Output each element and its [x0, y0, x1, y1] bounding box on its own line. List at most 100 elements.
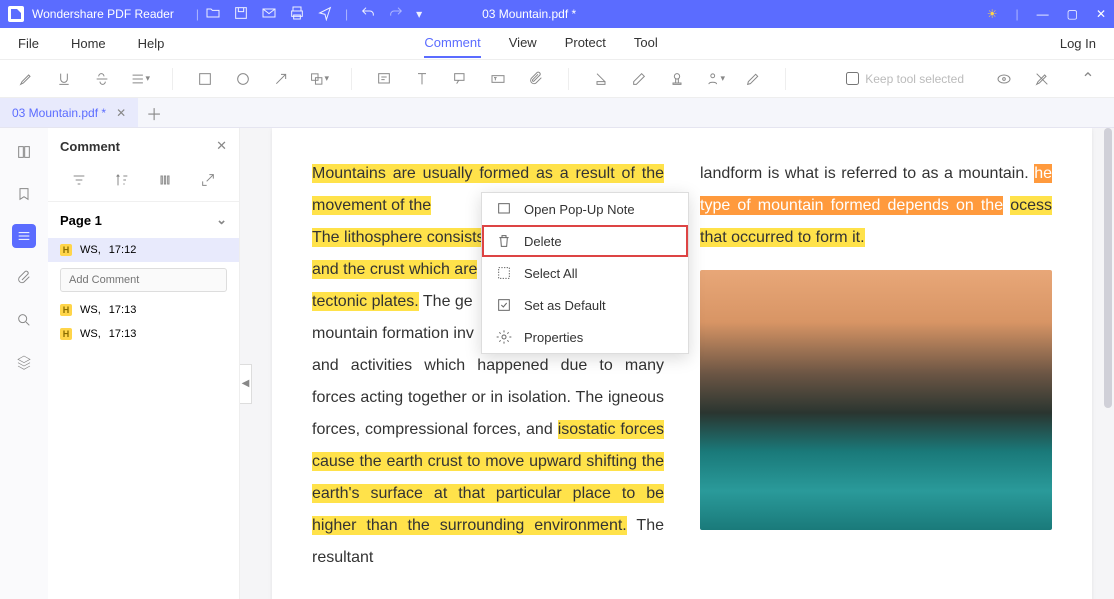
share-icon[interactable] [317, 5, 333, 24]
rectangle-tool-icon[interactable] [195, 69, 215, 89]
comment-toolbar: ▾ ▾ ▾ Keep tool selected ⌃ [0, 60, 1114, 98]
menu-file[interactable]: File [18, 30, 39, 57]
login-link[interactable]: Log In [1060, 36, 1096, 51]
menu-home[interactable]: Home [71, 30, 106, 57]
menu-protect[interactable]: Protect [565, 29, 606, 58]
menu-set-default[interactable]: Set as Default [482, 289, 688, 321]
menu-label: Select All [524, 266, 577, 281]
shape-tool-icon[interactable]: ▾ [309, 69, 329, 89]
comment-user: WS, [80, 304, 101, 316]
open-folder-icon[interactable] [205, 5, 221, 24]
comment-item[interactable]: H WS, 17:13 [48, 298, 239, 322]
menu-label: Properties [524, 330, 583, 345]
note-tool-icon[interactable] [374, 69, 394, 89]
hide-comments-icon[interactable] [1032, 69, 1052, 89]
titlebar: Wondershare PDF Reader | | ▾ 03 Mountain… [0, 0, 1114, 28]
keep-tool-checkbox[interactable]: Keep tool selected [846, 72, 964, 86]
menu-properties[interactable]: Properties [482, 321, 688, 353]
collapse-toolbar-icon[interactable]: ⌃ [1078, 69, 1098, 89]
arrow-tool-icon[interactable] [271, 69, 291, 89]
textbox-tool-icon[interactable] [488, 69, 508, 89]
add-comment-input[interactable] [60, 268, 227, 292]
mountain-photo [700, 270, 1052, 530]
maximize-icon[interactable]: ▢ [1067, 7, 1078, 21]
menubar: File Home Help Comment View Protect Tool… [0, 28, 1114, 60]
comment-time: 17:13 [109, 304, 137, 316]
highlight-mark-icon: H [60, 328, 72, 340]
checkbox-icon [496, 297, 512, 313]
callout-tool-icon[interactable] [450, 69, 470, 89]
thumbnails-icon[interactable] [12, 140, 36, 164]
underline-tool-icon[interactable] [54, 69, 74, 89]
attach-tool-icon[interactable] [526, 69, 546, 89]
menu-label: Open Pop-Up Note [524, 202, 635, 217]
signature-tool-icon[interactable]: ▾ [705, 69, 725, 89]
search-rail-icon[interactable] [12, 308, 36, 332]
menu-label: Set as Default [524, 298, 606, 313]
comment-time: 17:13 [109, 328, 137, 340]
highlighted-text[interactable]: The lithosphere consists [312, 228, 485, 247]
attachments-rail-icon[interactable] [12, 266, 36, 290]
panel-close-icon[interactable]: ✕ [216, 138, 227, 154]
comment-time: 17:12 [109, 244, 137, 256]
undo-icon[interactable] [360, 5, 376, 24]
menu-label: Delete [524, 234, 562, 249]
tab-close-icon[interactable]: ✕ [116, 106, 126, 120]
comment-item[interactable]: H WS, 17:12 [48, 238, 239, 262]
close-window-icon[interactable]: ✕ [1096, 7, 1106, 21]
eraser-tool-icon[interactable] [629, 69, 649, 89]
theme-icon[interactable]: ☀ [987, 7, 998, 21]
menu-open-popup[interactable]: Open Pop-Up Note [482, 193, 688, 225]
layers-rail-icon[interactable] [12, 350, 36, 374]
highlight-mark-icon: H [60, 304, 72, 316]
left-rail [0, 128, 48, 599]
comments-rail-icon[interactable] [12, 224, 36, 248]
gear-icon [496, 329, 512, 345]
menu-select-all[interactable]: Select All [482, 257, 688, 289]
highlighted-text[interactable]: tectonic plates. [312, 292, 419, 311]
strikethrough-tool-icon[interactable] [92, 69, 112, 89]
export-icon[interactable] [200, 172, 216, 193]
comment-user: WS, [80, 328, 101, 340]
sort-icon[interactable] [114, 172, 130, 193]
minimize-icon[interactable]: ― [1037, 7, 1049, 21]
text-tool-icon[interactable] [412, 69, 432, 89]
keep-tool-label: Keep tool selected [865, 72, 964, 86]
comment-user: WS, [80, 244, 101, 256]
bookmarks-icon[interactable] [12, 182, 36, 206]
context-menu: Open Pop-Up Note Delete Select All Set a… [481, 192, 689, 354]
circle-tool-icon[interactable] [233, 69, 253, 89]
app-name: Wondershare PDF Reader [32, 7, 174, 21]
highlight-mark-icon: H [60, 244, 72, 256]
page-section-toggle[interactable]: Page 1 ⌄ [48, 202, 239, 238]
area-highlight-icon[interactable] [591, 69, 611, 89]
pencil-tool-icon[interactable] [743, 69, 763, 89]
document-tab[interactable]: 03 Mountain.pdf * ✕ [0, 98, 138, 127]
more-icon[interactable]: ▾ [416, 7, 422, 21]
body-text: The ge [419, 293, 473, 310]
note-icon [496, 201, 512, 217]
menu-comment[interactable]: Comment [424, 29, 480, 58]
redo-icon[interactable] [388, 5, 404, 24]
comment-item[interactable]: H WS, 17:13 [48, 322, 239, 346]
show-comments-icon[interactable] [994, 69, 1014, 89]
print-icon[interactable] [289, 5, 305, 24]
highlight-tool-icon[interactable] [16, 69, 36, 89]
mail-icon[interactable] [261, 5, 277, 24]
menu-tool[interactable]: Tool [634, 29, 658, 58]
list-tool-icon[interactable]: ▾ [130, 69, 150, 89]
menu-help[interactable]: Help [138, 30, 165, 57]
menu-view[interactable]: View [509, 29, 537, 58]
comment-panel: Comment ✕ Page 1 ⌄ H WS, 17:12 H WS, 17:… [48, 128, 240, 599]
keep-tool-input[interactable] [846, 72, 859, 85]
save-icon[interactable] [233, 5, 249, 24]
vertical-scrollbar[interactable] [1104, 128, 1112, 408]
filter-icon[interactable] [71, 172, 87, 193]
options-icon[interactable] [157, 172, 173, 193]
stamp-tool-icon[interactable] [667, 69, 687, 89]
select-all-icon [496, 265, 512, 281]
highlighted-text[interactable]: and the crust which are [312, 260, 477, 279]
menu-delete[interactable]: Delete [482, 225, 688, 257]
new-tab-button[interactable]: ＋ [146, 101, 162, 125]
collapse-panel-button[interactable]: ◀ [240, 364, 252, 404]
